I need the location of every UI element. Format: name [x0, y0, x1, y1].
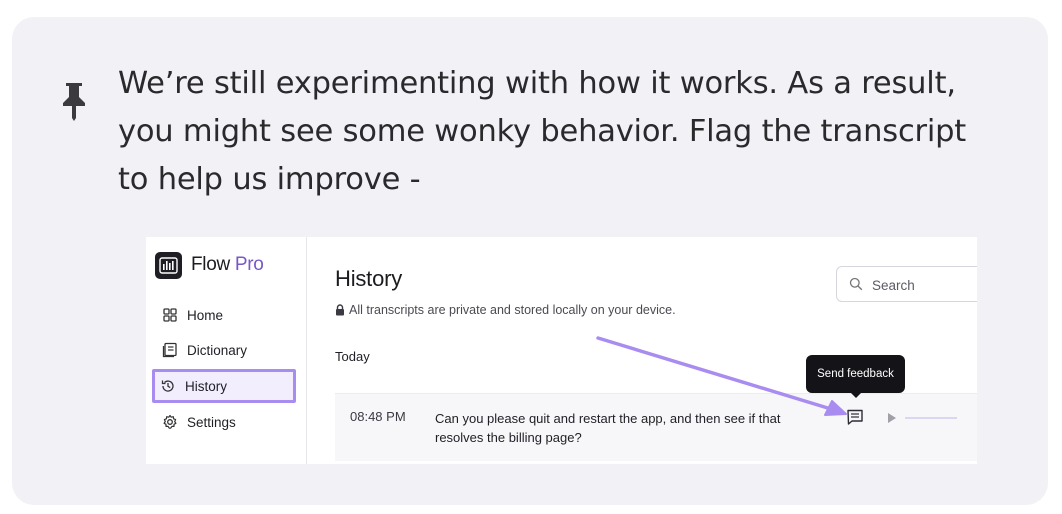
- callout-text: We’re still experimenting with how it wo…: [118, 66, 967, 197]
- annotation-arrow: [596, 336, 847, 416]
- pushpin-icon: [63, 83, 85, 121]
- app-screenshot: Flow Pro Home Dictionary History Setting…: [146, 237, 977, 464]
